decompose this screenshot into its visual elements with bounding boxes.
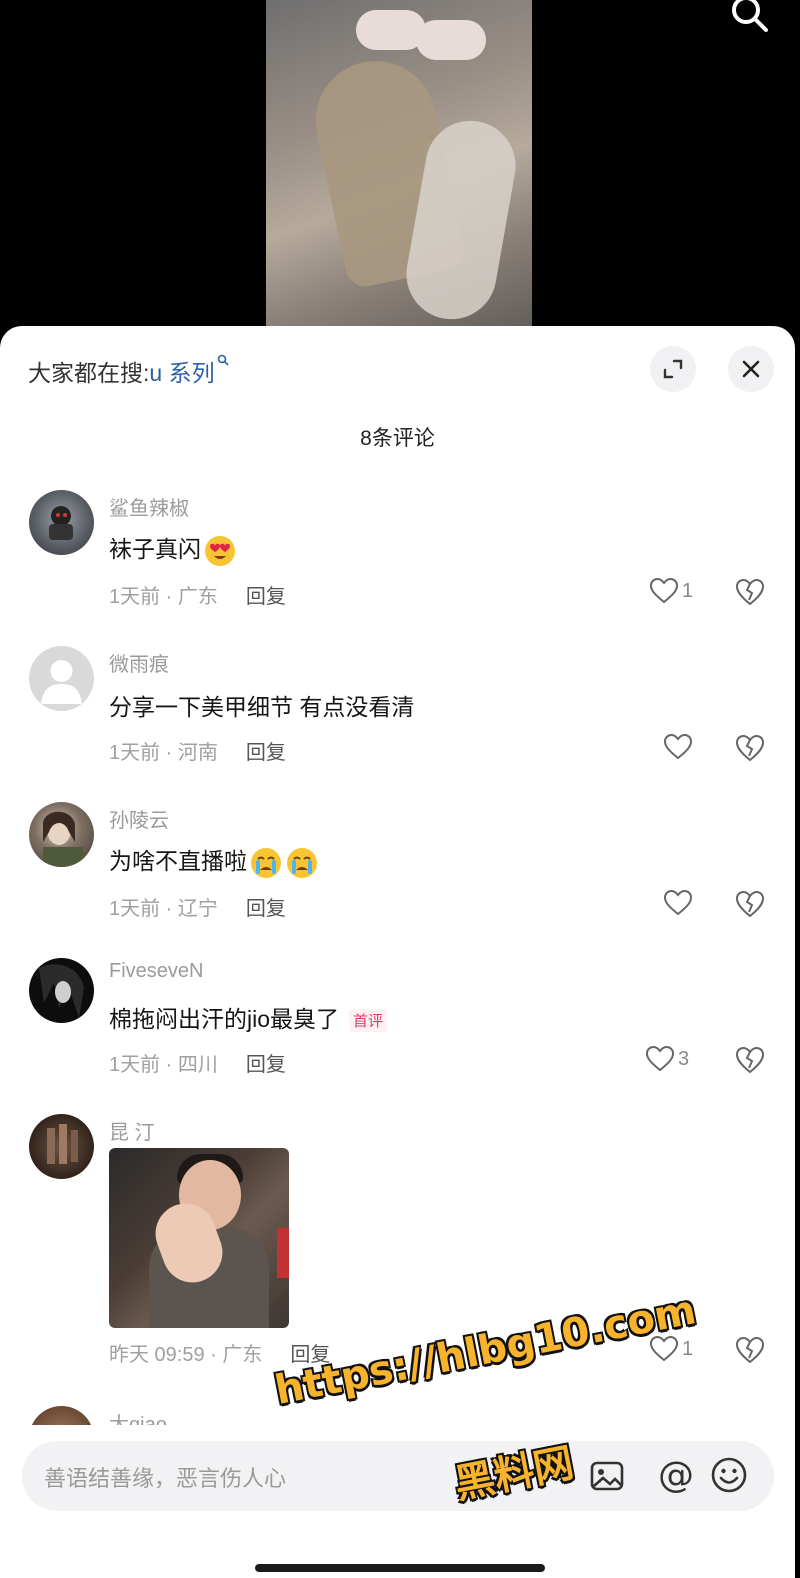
broken-heart-icon[interactable] xyxy=(735,890,765,918)
comment-text: 棉拖闷出汗的jio最臭了 首评 xyxy=(109,1000,388,1034)
broken-heart-icon[interactable] xyxy=(735,1336,765,1364)
broken-heart-icon[interactable] xyxy=(735,578,765,606)
comment-username[interactable]: FiveseveN xyxy=(109,960,203,983)
comment-text: 为啥不直播啦 xyxy=(109,842,319,880)
like-button[interactable] xyxy=(664,734,692,760)
comment-input[interactable]: 善语结善缘，恶言伤人心 @ xyxy=(22,1441,774,1511)
comment-meta: 1天前 · 河南 回复 xyxy=(109,736,286,765)
like-button[interactable] xyxy=(664,890,692,916)
default-avatar-icon xyxy=(41,660,82,704)
home-indicator[interactable] xyxy=(255,1564,545,1572)
avatar[interactable] xyxy=(29,490,94,555)
video-player[interactable] xyxy=(0,0,800,340)
comment-photo[interactable] xyxy=(109,1148,289,1328)
crying-emoji-icon xyxy=(251,847,281,878)
avatar[interactable] xyxy=(29,958,94,1023)
first-comment-badge: 首评 xyxy=(349,1009,388,1033)
close-icon xyxy=(742,360,760,378)
avatar-image xyxy=(49,506,73,540)
expand-button[interactable] xyxy=(650,346,696,392)
comment-time-location: 1天前 · 四川 xyxy=(109,1054,218,1076)
comment-meta: 1天前 · 四川 回复 xyxy=(109,1048,286,1077)
like-button[interactable]: 1 xyxy=(650,578,693,604)
broken-heart-icon[interactable] xyxy=(735,1046,765,1074)
comment-input-bar: 善语结善缘，恶言伤人心 @ xyxy=(0,1425,795,1578)
like-button[interactable]: 3 xyxy=(646,1046,689,1072)
trending-prefix: 大家都在搜: xyxy=(28,360,150,386)
trending-keyword[interactable]: u 系列 xyxy=(149,360,214,386)
broken-heart-icon[interactable] xyxy=(735,734,765,762)
expand-icon xyxy=(663,359,683,379)
avatar-image xyxy=(39,964,84,1018)
comment-input-placeholder: 善语结善缘，恶言伤人心 xyxy=(44,1466,287,1491)
search-icon xyxy=(217,354,229,366)
reply-button[interactable]: 回复 xyxy=(246,586,286,608)
avatar-image xyxy=(43,811,83,867)
comment-time-location: 1天前 · 河南 xyxy=(109,742,218,764)
avatar[interactable] xyxy=(29,802,94,867)
heart-icon xyxy=(664,734,692,760)
video-frame[interactable] xyxy=(266,0,532,340)
crying-emoji-icon xyxy=(287,847,317,878)
close-button[interactable] xyxy=(728,346,774,392)
like-count: 1 xyxy=(682,1337,694,1360)
image-icon[interactable] xyxy=(588,1457,626,1495)
reply-button[interactable]: 回复 xyxy=(246,898,286,920)
heart-icon xyxy=(650,578,678,604)
heart-icon xyxy=(664,890,692,916)
comment-time-location: 昨天 09:59 · 广东 xyxy=(109,1344,263,1366)
mention-icon[interactable]: @ xyxy=(658,1455,694,1496)
heart-icon xyxy=(646,1046,674,1072)
avatar[interactable] xyxy=(29,646,94,711)
comment-count: 8条评论 xyxy=(360,427,435,450)
reply-button[interactable]: 回复 xyxy=(246,1054,286,1076)
video-content xyxy=(416,20,486,60)
comment-time-location: 1天前 · 广东 xyxy=(109,586,218,608)
avatar-image xyxy=(47,1124,78,1164)
comment-text: 袜子真闪 xyxy=(109,530,237,568)
comment-meta: 1天前 · 辽宁 回复 xyxy=(109,892,286,921)
comment-username[interactable]: 鲨鱼辣椒 xyxy=(109,492,189,521)
emoji-picker-icon[interactable] xyxy=(710,1456,748,1494)
comment-meta: 1天前 · 广东 回复 xyxy=(109,580,286,609)
comment-username[interactable]: 微雨痕 xyxy=(109,648,169,677)
trending-search[interactable]: 大家都在搜:u 系列 xyxy=(28,354,229,388)
heart-eyes-emoji-icon xyxy=(205,535,235,566)
comment-text: 分享一下美甲细节 有点没看清 xyxy=(109,694,415,720)
search-icon[interactable] xyxy=(728,0,772,36)
comment-text-body: 袜子真闪 xyxy=(109,536,201,562)
like-count: 3 xyxy=(678,1047,690,1070)
comment-username[interactable]: 昆 汀 xyxy=(109,1116,155,1145)
avatar[interactable] xyxy=(29,1114,94,1179)
comment-time-location: 1天前 · 辽宁 xyxy=(109,898,218,920)
comment-text-body: 棉拖闷出汗的jio最臭了 xyxy=(109,1006,340,1032)
reply-button[interactable]: 回复 xyxy=(246,742,286,764)
comment-username[interactable]: 孙陵云 xyxy=(109,804,169,833)
like-count: 1 xyxy=(682,579,694,602)
comment-text-body: 为啥不直播啦 xyxy=(109,848,247,874)
photo-content xyxy=(277,1228,289,1278)
